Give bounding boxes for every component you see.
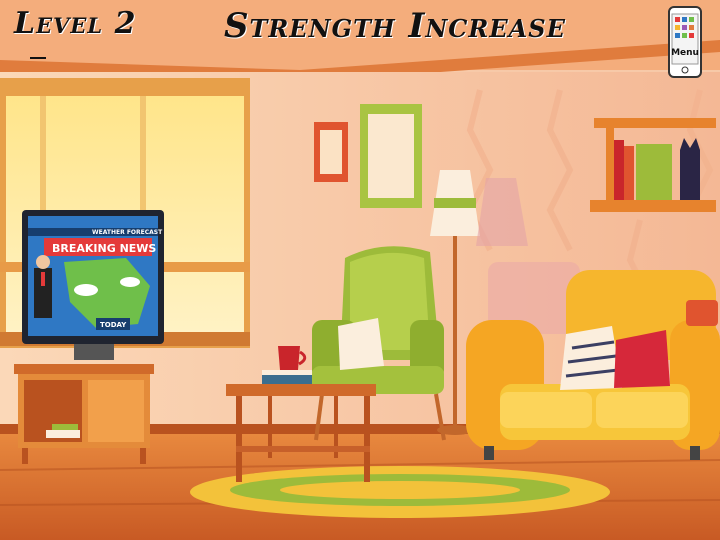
- menu-button[interactable]: Menu: [668, 6, 702, 78]
- picture-frame-red: [314, 122, 348, 182]
- tv-today-text: TODAY: [100, 321, 127, 329]
- phone-icon: [668, 6, 702, 78]
- stage-title: Strength Increase: [224, 6, 566, 46]
- picture-frame-green: [360, 104, 422, 208]
- menu-label: Menu: [671, 48, 699, 58]
- tv-forecast-text: WEATHER FORECAST: [92, 229, 163, 236]
- level-label: Level 2: [14, 6, 137, 41]
- tv-breaking-text: BREAKING NEWS: [52, 242, 156, 255]
- television: WEATHER FORECAST BREAKING NEWS TODAY: [22, 210, 164, 360]
- living-room-scene: WEATHER FORECAST BREAKING NEWS TODAY: [0, 0, 720, 540]
